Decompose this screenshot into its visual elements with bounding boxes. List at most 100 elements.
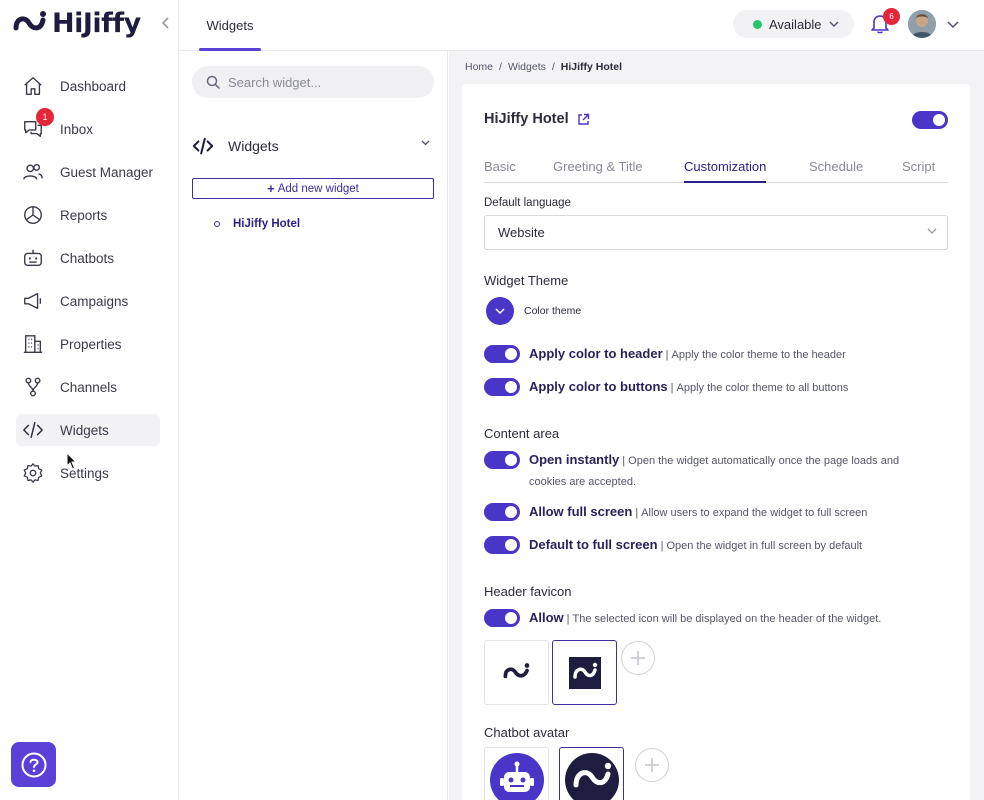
widget-list-item[interactable]: HiJiffy Hotel xyxy=(201,218,300,230)
sidebar-item-label: Properties xyxy=(60,336,122,352)
chevron-down-icon xyxy=(495,308,505,314)
sidebar-item-label: Widgets xyxy=(60,422,109,438)
apply-color-header-toggle[interactable] xyxy=(484,345,520,363)
sidebar-item-label: Dashboard xyxy=(60,78,127,94)
hijiffy-logo-icon xyxy=(13,10,46,30)
status-label: Available xyxy=(769,16,822,32)
building-icon xyxy=(23,335,43,353)
external-link-icon[interactable] xyxy=(577,113,590,126)
sidebar-item-channels[interactable]: Channels xyxy=(16,371,160,403)
default-full-screen-toggle[interactable] xyxy=(484,536,520,554)
sidebar-item-label: Reports xyxy=(60,207,108,223)
gear-icon xyxy=(23,463,43,483)
chatbot-avatar-title: Chatbot avatar xyxy=(484,725,570,740)
option-description: Allow users to expand the widget to full… xyxy=(641,507,868,519)
allow-full-screen-option: Allow full screen | Allow users to expand … xyxy=(484,502,934,523)
plus-icon xyxy=(645,758,659,772)
option-text: Allow full screen | Allow users to expand … xyxy=(529,502,867,523)
option-separator: | xyxy=(635,507,639,519)
apply-color-header-option: Apply color to header | Apply the color th… xyxy=(484,344,934,365)
sidebar-item-dashboard[interactable]: Dashboard xyxy=(16,70,160,102)
breadcrumb-separator: / xyxy=(551,61,555,73)
chevron-down-icon xyxy=(421,140,430,146)
chevron-down-icon xyxy=(947,21,959,29)
favicon-allow-option: Allow | The selected icon will be displaye… xyxy=(484,608,934,629)
user-menu-toggle[interactable] xyxy=(947,16,959,34)
option-description: The selected icon will be displayed on t… xyxy=(572,613,882,625)
notifications-badge: 6 xyxy=(883,8,900,25)
sidebar-item-label: Inbox xyxy=(60,121,94,137)
tab-basic[interactable]: Basic xyxy=(484,159,516,174)
help-button[interactable] xyxy=(11,742,56,787)
breadcrumb-home[interactable]: Home xyxy=(465,61,493,73)
search-widget-input[interactable] xyxy=(228,74,418,90)
widget-enabled-toggle[interactable] xyxy=(912,111,948,129)
settings-tabs: Basic Greeting & Title Customization Sch… xyxy=(484,151,948,183)
user-avatar[interactable] xyxy=(908,10,936,38)
add-new-widget-button[interactable]: + Add new widget xyxy=(192,178,434,199)
option-title: Allow xyxy=(529,610,564,625)
apply-color-buttons-toggle[interactable] xyxy=(484,378,520,396)
option-separator: | xyxy=(670,382,674,394)
favicon-option-light[interactable] xyxy=(484,640,549,705)
sidebar-item-properties[interactable]: Properties xyxy=(16,328,160,360)
widgets-group-header[interactable]: Widgets xyxy=(192,135,434,157)
sidebar-nav: Dashboard 1 Inbox Guest Manager Reports … xyxy=(16,70,160,500)
widget-theme-title: Widget Theme xyxy=(484,273,569,288)
sidebar-item-widgets[interactable]: Widgets xyxy=(16,414,160,446)
tab-greeting-title[interactable]: Greeting & Title xyxy=(553,159,643,174)
sidebar-item-guest-manager[interactable]: Guest Manager xyxy=(16,156,160,188)
bullet-icon xyxy=(214,221,220,227)
content-area-title: Content area xyxy=(484,426,560,441)
widget-settings-card: HiJiffy Hotel Basic Greeting & Title Cus… xyxy=(462,84,970,800)
sidebar-item-chatbots[interactable]: Chatbots xyxy=(16,242,160,274)
option-description: Apply the color theme to the header xyxy=(671,349,846,361)
hijiffy-logo[interactable]: HiJiffy xyxy=(12,8,141,39)
tab-script[interactable]: Script xyxy=(902,159,935,174)
favicon-option-dark[interactable] xyxy=(552,640,617,705)
option-text: Open instantly | Open the widget automatic… xyxy=(529,450,934,492)
apply-color-buttons-option: Apply color to buttons | Apply the color t… xyxy=(484,377,934,398)
option-description: Apply the color theme to all buttons xyxy=(676,382,849,394)
option-separator: | xyxy=(665,349,669,361)
avatar-option-hijiffy[interactable] xyxy=(559,747,624,800)
color-theme-row: Color theme xyxy=(486,297,581,325)
sidebar-item-settings[interactable]: Settings xyxy=(16,457,160,489)
option-separator: | xyxy=(660,540,664,552)
tab-schedule[interactable]: Schedule xyxy=(809,159,863,174)
availability-status-dropdown[interactable]: Available xyxy=(733,10,854,38)
avatar-option-robot[interactable] xyxy=(484,747,549,800)
option-description: Open the widget in full screen by defaul… xyxy=(666,540,863,552)
sidebar-item-reports[interactable]: Reports xyxy=(16,199,160,231)
home-icon xyxy=(24,77,42,95)
tab-customization[interactable]: Customization xyxy=(684,159,767,183)
chevron-down-icon xyxy=(829,21,839,27)
robot-icon xyxy=(24,249,42,267)
widget-title-text: HiJiffy Hotel xyxy=(484,111,569,127)
add-avatar-button[interactable] xyxy=(635,748,669,782)
breadcrumb-separator: / xyxy=(499,61,502,73)
default-language-label: Default language xyxy=(484,197,571,209)
collapse-sidebar-button[interactable] xyxy=(161,16,171,35)
color-theme-label: Color theme xyxy=(524,305,582,317)
header-favicon-title: Header favicon xyxy=(484,584,572,599)
hijiffy-favicon-dark-icon xyxy=(568,656,601,689)
widget-list-item-label: HiJiffy Hotel xyxy=(233,218,301,230)
option-text: Apply color to header | Apply the color th… xyxy=(529,344,846,365)
option-title: Allow full screen xyxy=(529,504,633,519)
breadcrumb-widgets[interactable]: Widgets xyxy=(508,61,546,73)
tab-widgets[interactable]: Widgets xyxy=(199,0,261,51)
widgets-group-title: Widgets xyxy=(228,138,279,154)
default-language-select[interactable]: Website xyxy=(484,215,948,250)
allow-full-screen-toggle[interactable] xyxy=(484,503,520,521)
favicon-allow-toggle[interactable] xyxy=(484,609,520,627)
sidebar-item-inbox[interactable]: 1 Inbox xyxy=(16,108,160,145)
default-full-screen-option: Default to full screen | Open the widget i… xyxy=(484,535,934,556)
open-instantly-toggle[interactable] xyxy=(484,451,520,469)
add-favicon-button[interactable] xyxy=(621,641,655,675)
color-theme-picker[interactable] xyxy=(486,297,514,325)
sidebar-item-campaigns[interactable]: Campaigns xyxy=(16,285,160,317)
status-dot-icon xyxy=(753,19,762,29)
search-box xyxy=(192,66,434,98)
robot-avatar-icon xyxy=(489,752,544,800)
